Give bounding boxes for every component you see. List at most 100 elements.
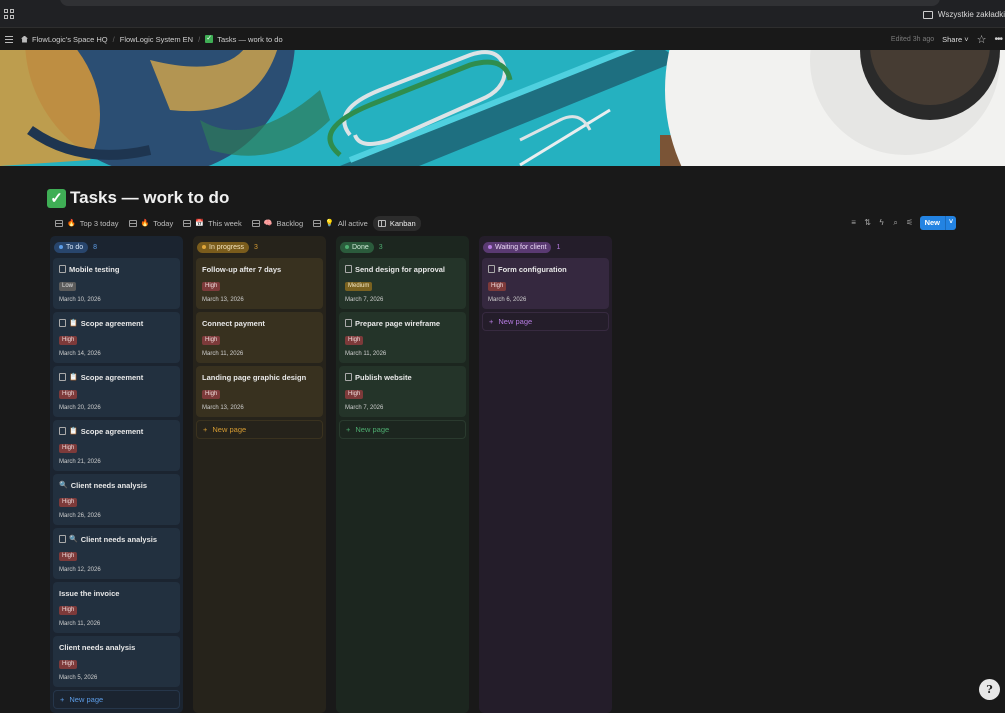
share-label: Share — [942, 34, 963, 44]
card-title: Connect payment — [202, 318, 265, 328]
status-label: In progress — [209, 243, 245, 251]
sort-icon[interactable]: ⇅ — [864, 218, 872, 227]
kanban-column: Waiting for client 1 Form configuration Hig… — [479, 236, 612, 713]
new-page-button[interactable]: + New page — [339, 420, 466, 439]
priority-badge: High — [202, 336, 221, 345]
task-card[interactable]: Issue the invoice High March 11, 2026 — [53, 582, 180, 633]
view-tab-all-active[interactable]: 💡 All active — [308, 216, 373, 231]
all-bookmarks-label: Wszystkie zakładki — [937, 10, 1005, 19]
task-card[interactable]: Send design for approval Medium March 7, 2… — [339, 258, 466, 309]
plus-icon: + — [60, 695, 65, 704]
search-icon[interactable]: ⌕ — [892, 218, 900, 228]
page-document-icon — [59, 319, 66, 327]
check-mark-icon[interactable]: ✓ — [47, 188, 66, 208]
card-title-row: Landing page graphic design — [202, 372, 317, 382]
due-date: March 11, 2026 — [59, 621, 101, 627]
card-emoji-icon: 📋 — [69, 320, 78, 327]
card-title-row: Follow-up after 7 days — [202, 264, 317, 274]
page-document-icon — [345, 319, 352, 327]
all-bookmarks-button[interactable]: Wszystkie zakładki — [922, 10, 1005, 19]
plus-icon: + — [203, 425, 208, 434]
view-tab-label: Backlog — [276, 218, 304, 228]
task-card[interactable]: 📋 Scope agreement High March 14, 2026 — [53, 312, 180, 363]
status-dot-icon — [59, 245, 63, 249]
table-icon — [55, 219, 63, 227]
task-card[interactable]: 🔍 Client needs analysis High March 26, 2026 — [53, 474, 180, 525]
card-title: Mobile testing — [69, 264, 120, 274]
page-title[interactable]: Tasks — work to do — [70, 188, 229, 208]
task-card[interactable]: Publish website High March 7, 2026 — [339, 366, 466, 417]
priority-row: High — [59, 544, 174, 562]
new-button[interactable]: New ˅ — [919, 215, 956, 230]
priority-row: High — [488, 274, 603, 292]
priority-badge: High — [59, 336, 78, 345]
status-badge[interactable]: Done — [340, 241, 374, 253]
filter-icon[interactable]: ≡ — [850, 218, 858, 227]
column-header: Waiting for client 1 — [482, 241, 609, 253]
task-card[interactable]: Follow-up after 7 days High March 13, 2026 — [196, 258, 323, 309]
task-card[interactable]: Client needs analysis High March 5, 2026 — [53, 636, 180, 687]
new-page-button[interactable]: + New page — [482, 312, 609, 331]
folder-icon — [922, 10, 933, 19]
view-tab-backlog[interactable]: 🧠 Backlog — [247, 216, 308, 231]
priority-badge: High — [59, 552, 78, 561]
task-card[interactable]: 🔍 Client needs analysis High March 12, 2026 — [53, 528, 180, 579]
view-tab-this-week[interactable]: 📅 This week — [178, 216, 246, 231]
column-header: In progress 3 — [196, 241, 323, 253]
priority-row: High — [59, 382, 174, 400]
task-card[interactable]: Mobile testing Low March 10, 2026 — [53, 258, 180, 309]
status-dot-icon — [345, 245, 349, 249]
view-tab-kanban[interactable]: Kanban — [372, 215, 421, 231]
view-tab-top-3-today[interactable]: 🔥 Top 3 today — [50, 216, 124, 231]
view-settings-icon[interactable]: ⚟ — [906, 218, 914, 227]
priority-row: Medium — [345, 274, 460, 292]
task-card[interactable]: Prepare page wireframe High March 11, 2026 — [339, 312, 466, 363]
breadcrumb-system[interactable]: FlowLogic System EN — [120, 35, 193, 44]
view-tab-today[interactable]: 🔥 Today — [124, 216, 179, 231]
view-emoji-icon: 📅 — [195, 220, 204, 227]
status-badge[interactable]: In progress — [197, 241, 250, 253]
card-emoji-icon: 🔍 — [69, 536, 78, 543]
page-document-icon — [345, 373, 352, 381]
card-title: Client needs analysis — [80, 534, 158, 544]
kanban-board: To do 8 Mobile testing Low March 10, 2026 📋 Sc… — [50, 236, 612, 713]
apps-grid-icon[interactable] — [4, 9, 14, 19]
task-card[interactable]: 📋 Scope agreement High March 21, 2026 — [53, 420, 180, 471]
status-dot-icon — [488, 245, 492, 249]
priority-badge: High — [488, 282, 507, 291]
breadcrumb-workspace[interactable]: FlowLogic's Space HQ — [21, 35, 108, 44]
favorite-star-icon[interactable]: ☆ — [977, 33, 987, 46]
task-card[interactable]: Connect payment High March 11, 2026 — [196, 312, 323, 363]
automation-lightning-icon[interactable]: ϟ — [878, 218, 886, 227]
new-button-label: New — [924, 217, 940, 227]
database-toolbar: ≡ ⇅ ϟ ⌕ ⚟ New ˅ — [850, 215, 956, 230]
page-header: ✓ Tasks — work to do — [47, 188, 229, 208]
task-card[interactable]: Form configuration High March 6, 2026 — [482, 258, 609, 309]
task-card[interactable]: 📋 Scope agreement High March 20, 2026 — [53, 366, 180, 417]
new-page-button[interactable]: + New page — [196, 420, 323, 439]
help-avatar-icon[interactable]: ? — [979, 679, 1000, 700]
card-title: Client needs analysis — [59, 642, 136, 652]
share-button[interactable]: Share ˅ — [942, 35, 968, 44]
address-bar[interactable] — [60, 0, 940, 6]
priority-row: Low — [59, 274, 174, 292]
status-badge[interactable]: Waiting for client — [483, 241, 552, 253]
due-date: March 20, 2026 — [59, 405, 101, 411]
card-title: Scope agreement — [80, 426, 144, 436]
new-page-button[interactable]: + New page — [53, 690, 180, 709]
table-icon — [251, 219, 260, 227]
home-icon — [21, 35, 28, 43]
column-count: 1 — [556, 243, 561, 251]
sidebar-menu-icon[interactable] — [5, 35, 13, 43]
priority-badge: High — [59, 444, 78, 453]
view-tab-label: Kanban — [389, 218, 416, 228]
status-badge[interactable]: To do — [54, 241, 89, 253]
status-label: Done — [352, 243, 369, 251]
card-title-row: Issue the invoice — [59, 588, 174, 598]
breadcrumb-current-page[interactable]: ✓ Tasks — work to do — [205, 35, 283, 44]
task-card[interactable]: Landing page graphic design High March 13,… — [196, 366, 323, 417]
more-options-icon[interactable]: ••• — [994, 34, 1002, 45]
chevron-down-icon[interactable]: ˅ — [945, 215, 956, 230]
due-date: March 7, 2026 — [345, 405, 384, 411]
priority-row: High — [345, 328, 460, 346]
